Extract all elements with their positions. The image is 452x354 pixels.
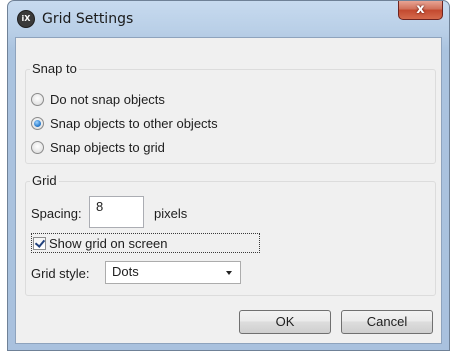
snap-to-legend: Snap to — [30, 61, 79, 76]
grid-style-label: Grid style: — [31, 266, 90, 281]
radio-snap-to-objects[interactable]: Snap objects to other objects — [31, 115, 218, 131]
grid-group: Grid Spacing: 8 pixels Show grid on scre… — [25, 173, 436, 296]
spacing-unit-label: pixels — [154, 206, 188, 221]
spacing-label: Spacing: — [31, 206, 82, 221]
app-icon: iX — [17, 10, 35, 28]
close-button[interactable]: x — [398, 1, 443, 20]
dropdown-arrow-icon — [226, 271, 232, 275]
snap-to-grid-label: Snap objects to grid — [50, 139, 165, 155]
show-grid-checkbox[interactable] — [33, 236, 46, 250]
snap-to-objects-label: Snap objects to other objects — [50, 115, 218, 131]
dialog-client-area: Snap to Do not snap objects Snap objects… — [15, 37, 442, 344]
do-not-snap-radio-icon[interactable] — [31, 92, 44, 106]
radio-snap-to-grid[interactable]: Snap objects to grid — [31, 139, 165, 155]
title-bar[interactable]: iX Grid Settings x — [8, 1, 449, 37]
snap-to-objects-radio-icon[interactable] — [31, 116, 44, 130]
dialog-title: Grid Settings — [42, 11, 134, 27]
grid-style-select[interactable]: Dots — [105, 261, 241, 284]
ok-button[interactable]: OK — [239, 310, 331, 334]
grid-style-value: Dots — [112, 264, 139, 279]
grid-settings-dialog: iX Grid Settings x Snap to Do not snap o… — [7, 0, 450, 351]
show-grid-label: Show grid on screen — [49, 235, 168, 251]
snap-to-grid-radio-icon[interactable] — [31, 140, 44, 154]
cancel-button[interactable]: Cancel — [341, 310, 433, 334]
snap-to-group: Snap to Do not snap objects Snap objects… — [25, 61, 436, 164]
radio-do-not-snap[interactable]: Do not snap objects — [31, 91, 165, 107]
do-not-snap-label: Do not snap objects — [50, 91, 165, 107]
show-grid-checkbox-row[interactable]: Show grid on screen — [31, 233, 260, 253]
spacing-input[interactable]: 8 — [89, 196, 144, 228]
grid-legend: Grid — [30, 173, 59, 188]
